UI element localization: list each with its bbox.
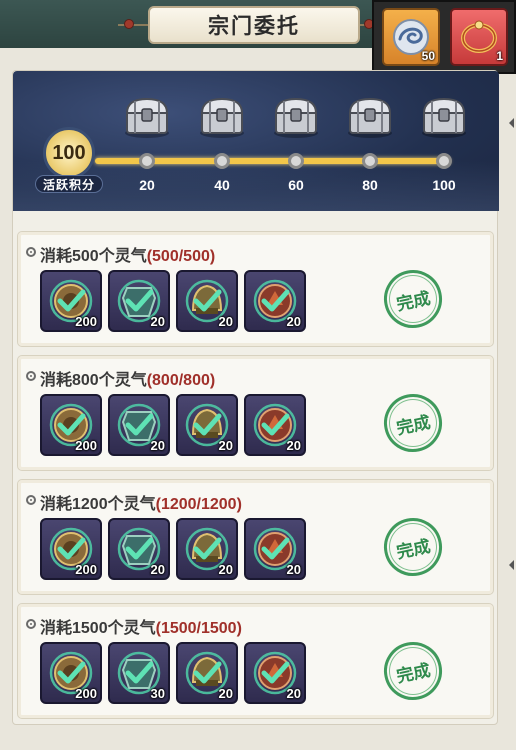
reward-quantity: 20 [286,686,301,701]
completed-stamp: 完成 [378,636,448,706]
reward-quantity: 20 [286,314,301,329]
reward-item[interactable]: 20 [108,518,170,580]
task-card: 消耗1500个灵气(1500/1500) 200 30 20 20 完成 [17,603,494,719]
task-title: 消耗1200个灵气(1200/1200) [40,490,242,514]
currency-count: 50 [421,49,435,63]
reward-item[interactable]: 20 [176,642,238,704]
milestone-node [214,153,230,169]
reward-item[interactable]: 20 [108,270,170,332]
currency-count: 1 [496,49,503,63]
reward-quantity: 200 [75,686,97,701]
reward-quantity: 20 [150,438,165,453]
task-bullet-icon [26,247,36,257]
reward-item[interactable]: 200 [40,270,102,332]
completed-stamp: 完成 [378,512,448,582]
commission-board: 20 40 60 80 100 100 活跃积分 消耗500个灵气(500/50… [12,70,499,725]
activity-score-label: 活跃积分 [35,175,103,193]
task-description: 消耗500个灵气 [40,248,147,265]
task-progress: (500/500) [146,248,216,265]
completed-stamp: 完成 [378,264,448,334]
task-description: 消耗1500个灵气 [40,620,156,637]
reward-item[interactable]: 20 [244,642,306,704]
reward-chest-60[interactable] [270,93,322,139]
milestone-node [288,153,304,169]
currency-panel: 50 1 [372,0,516,74]
chest-icon [348,97,392,138]
reward-chest-80[interactable] [344,93,396,139]
reward-chest-20[interactable] [121,93,173,139]
task-description: 消耗1200个灵气 [40,496,156,513]
reward-item[interactable]: 200 [40,518,102,580]
task-card: 消耗500个灵气(500/500) 200 20 20 20 完成 [17,231,494,347]
task-progress: (800/800) [146,372,216,389]
chest-icon [274,97,318,138]
reward-quantity: 20 [218,438,233,453]
reward-item[interactable]: 20 [176,518,238,580]
task-description: 消耗800个灵气 [40,372,147,389]
reward-quantity: 20 [218,562,233,577]
reward-quantity: 20 [150,314,165,329]
reward-quantity: 200 [75,562,97,577]
reward-item[interactable]: 20 [108,394,170,456]
task-card: 消耗800个灵气(800/800) 200 20 20 20 完成 [17,355,494,471]
milestone-label: 100 [432,177,456,193]
reward-chest-100[interactable] [418,93,470,139]
reward-chest-40[interactable] [196,93,248,139]
milestone-node [139,153,155,169]
task-bullet-icon [26,619,36,629]
task-title: 消耗1500个灵气(1500/1500) [40,614,242,638]
reward-quantity: 30 [150,686,165,701]
reward-item[interactable]: 20 [176,394,238,456]
reward-quantity: 200 [75,314,97,329]
reward-item[interactable]: 200 [40,642,102,704]
currency-item-spirit[interactable]: 50 [382,8,440,66]
milestone-label: 80 [362,177,378,193]
reward-quantity: 20 [286,562,301,577]
reward-item[interactable]: 20 [244,394,306,456]
reward-item[interactable]: 20 [176,270,238,332]
reward-quantity: 20 [286,438,301,453]
milestone-node [362,153,378,169]
activity-progress-panel: 20 40 60 80 100 100 活跃积分 [13,71,499,211]
reward-quantity: 20 [218,686,233,701]
reward-item[interactable]: 20 [244,270,306,332]
task-bullet-icon [26,495,36,505]
rope-knob-left [124,19,134,29]
activity-score: 100 [43,127,95,179]
reward-item[interactable]: 30 [108,642,170,704]
milestone-node [436,153,452,169]
side-scroll-arrow[interactable] [509,560,514,570]
task-bullet-icon [26,371,36,381]
milestone-label: 60 [288,177,304,193]
chest-icon [422,97,466,138]
reward-quantity: 20 [218,314,233,329]
chest-icon [125,97,169,138]
task-card: 消耗1200个灵气(1200/1200) 200 20 20 20 完成 [17,479,494,595]
task-progress: (1200/1200) [155,496,242,513]
reward-quantity: 20 [150,562,165,577]
task-title: 消耗500个灵气(500/500) [40,242,215,266]
reward-item[interactable]: 20 [244,518,306,580]
task-progress: (1500/1500) [155,620,242,637]
milestone-label: 40 [214,177,230,193]
task-title: 消耗800个灵气(800/800) [40,366,215,390]
chest-icon [200,97,244,138]
reward-item[interactable]: 200 [40,394,102,456]
side-scroll-arrow[interactable] [509,118,514,128]
completed-stamp: 完成 [378,388,448,458]
milestone-label: 20 [139,177,155,193]
page-title: 宗门委托 [148,6,360,44]
reward-quantity: 200 [75,438,97,453]
currency-item-bracelet[interactable]: 1 [450,8,508,66]
